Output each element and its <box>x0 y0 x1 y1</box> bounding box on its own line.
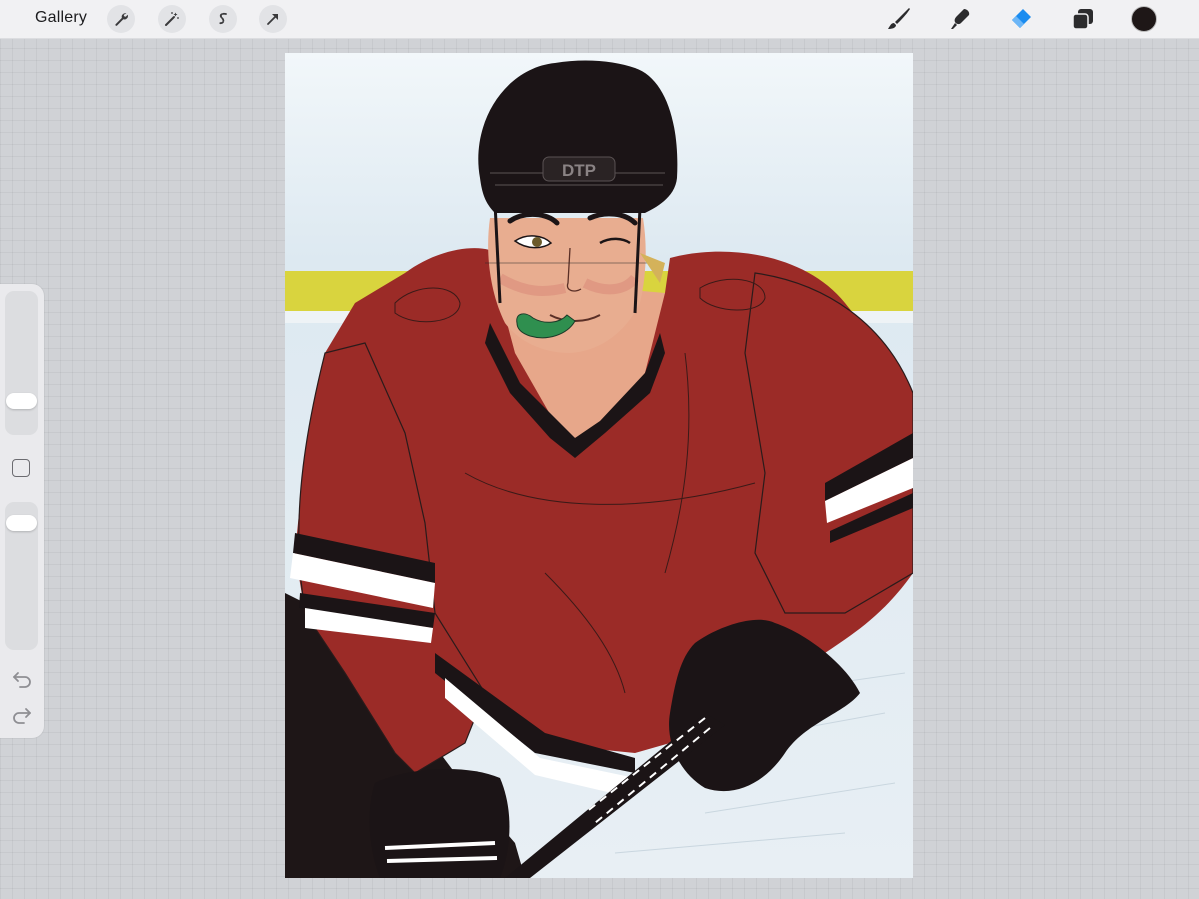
color-picker-button[interactable] <box>1131 6 1157 32</box>
magic-wand-icon <box>165 12 179 26</box>
gallery-button[interactable]: Gallery <box>35 9 87 27</box>
hockey-player-illustration: DTP <box>285 53 913 878</box>
drawing-canvas[interactable]: DTP <box>285 53 913 878</box>
eraser-tool-button[interactable] <box>1006 4 1036 34</box>
redo-icon[interactable] <box>11 706 33 724</box>
smudge-tool-button[interactable] <box>945 4 975 34</box>
selection-button[interactable] <box>209 5 237 33</box>
undo-icon[interactable] <box>11 670 33 688</box>
brush-tool-button[interactable] <box>884 4 914 34</box>
opacity-thumb[interactable] <box>6 515 37 532</box>
top-toolbar: Gallery <box>0 0 1199 39</box>
smudge-icon <box>951 9 970 29</box>
layers-icon <box>1072 9 1093 30</box>
brush-size-slider[interactable] <box>5 291 38 435</box>
eraser-icon <box>1012 9 1031 28</box>
adjustments-button[interactable] <box>158 5 186 33</box>
wrench-icon <box>115 13 128 26</box>
left-sidebar <box>0 284 44 738</box>
layers-button[interactable] <box>1068 4 1098 34</box>
selection-icon <box>218 12 227 25</box>
transform-arrow-icon <box>267 14 278 25</box>
modifier-button[interactable] <box>12 459 30 477</box>
transform-button[interactable] <box>259 5 287 33</box>
brush-size-thumb[interactable] <box>6 393 37 410</box>
actions-button[interactable] <box>107 5 135 33</box>
helmet-text: DTP <box>562 161 596 180</box>
brush-icon <box>888 8 910 29</box>
